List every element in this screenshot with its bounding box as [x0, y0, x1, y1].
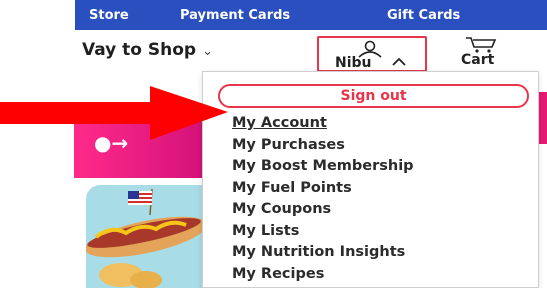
menu-item-my-fuel-points[interactable]: My Fuel Points: [232, 178, 414, 200]
chevron-down-icon: ⌄: [202, 44, 214, 59]
cart-label: Cart: [461, 52, 495, 68]
cart-button[interactable]: Cart: [460, 34, 520, 70]
menu-item-my-recipes[interactable]: My Recipes: [232, 264, 414, 286]
account-name: Nibu: [335, 55, 372, 71]
account-dropdown-menu: Sign out My Account My Purchases My Boos…: [202, 71, 539, 288]
payment-cards-link[interactable]: Payment Cards: [180, 8, 290, 23]
menu-item-my-account[interactable]: My Account: [232, 113, 414, 135]
menu-item-my-boost-membership[interactable]: My Boost Membership: [232, 156, 414, 178]
menu-item-my-coupons[interactable]: My Coupons: [232, 199, 414, 221]
food-image: [86, 185, 206, 288]
chevron-up-icon: [392, 57, 406, 66]
ways-to-shop-button[interactable]: Vay to Shop ⌄: [82, 40, 213, 60]
store-link[interactable]: Store: [89, 8, 129, 23]
menu-item-my-nutrition-insights[interactable]: My Nutrition Insights: [232, 242, 414, 264]
ways-to-shop-label: Vay to Shop: [82, 40, 197, 60]
menu-item-my-lists[interactable]: My Lists: [232, 221, 414, 243]
sign-out-button[interactable]: Sign out: [218, 84, 529, 108]
top-navigation-bar: Store Payment Cards Gift Cards: [75, 0, 547, 30]
menu-item-my-purchases[interactable]: My Purchases: [232, 135, 414, 157]
hot-dog-illustration: [86, 188, 206, 288]
gift-cards-link[interactable]: Gift Cards: [387, 8, 460, 23]
account-button[interactable]: Nibu: [317, 36, 427, 72]
red-arrow-annotation: [0, 86, 228, 140]
